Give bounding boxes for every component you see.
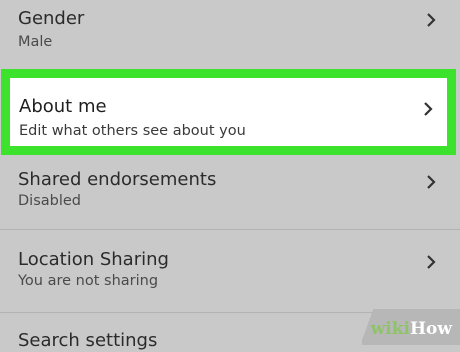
watermark-text: wikiHow [371, 319, 452, 339]
chevron-right-icon [423, 102, 433, 116]
settings-item-shared-endorsements[interactable]: Shared endorsements Disabled [0, 157, 460, 227]
chevron-right-icon [426, 13, 436, 27]
settings-item-title: Location Sharing [18, 249, 169, 270]
settings-item-about-me[interactable]: About me Edit what others see about you [1, 69, 456, 155]
chevron-right-icon [426, 175, 436, 189]
settings-item-location-sharing[interactable]: Location Sharing You are not sharing [0, 230, 460, 300]
settings-item-title: Search settings [18, 330, 158, 351]
settings-item-subtitle: Edit what others see about you [19, 123, 246, 139]
settings-item-title: Shared endorsements [18, 169, 217, 190]
settings-item-gender[interactable]: Gender Male [0, 0, 460, 68]
settings-item-subtitle: Disabled [18, 193, 81, 209]
watermark-part1: wiki [370, 319, 410, 339]
settings-item-subtitle: Male [18, 34, 53, 50]
watermark-part2: How [409, 319, 452, 339]
settings-item-title: About me [19, 96, 107, 117]
settings-item-title: Gender [18, 8, 85, 29]
chevron-right-icon [426, 255, 436, 269]
wikihow-watermark: wikiHow [362, 297, 460, 345]
settings-item-subtitle: You are not sharing [18, 273, 159, 289]
